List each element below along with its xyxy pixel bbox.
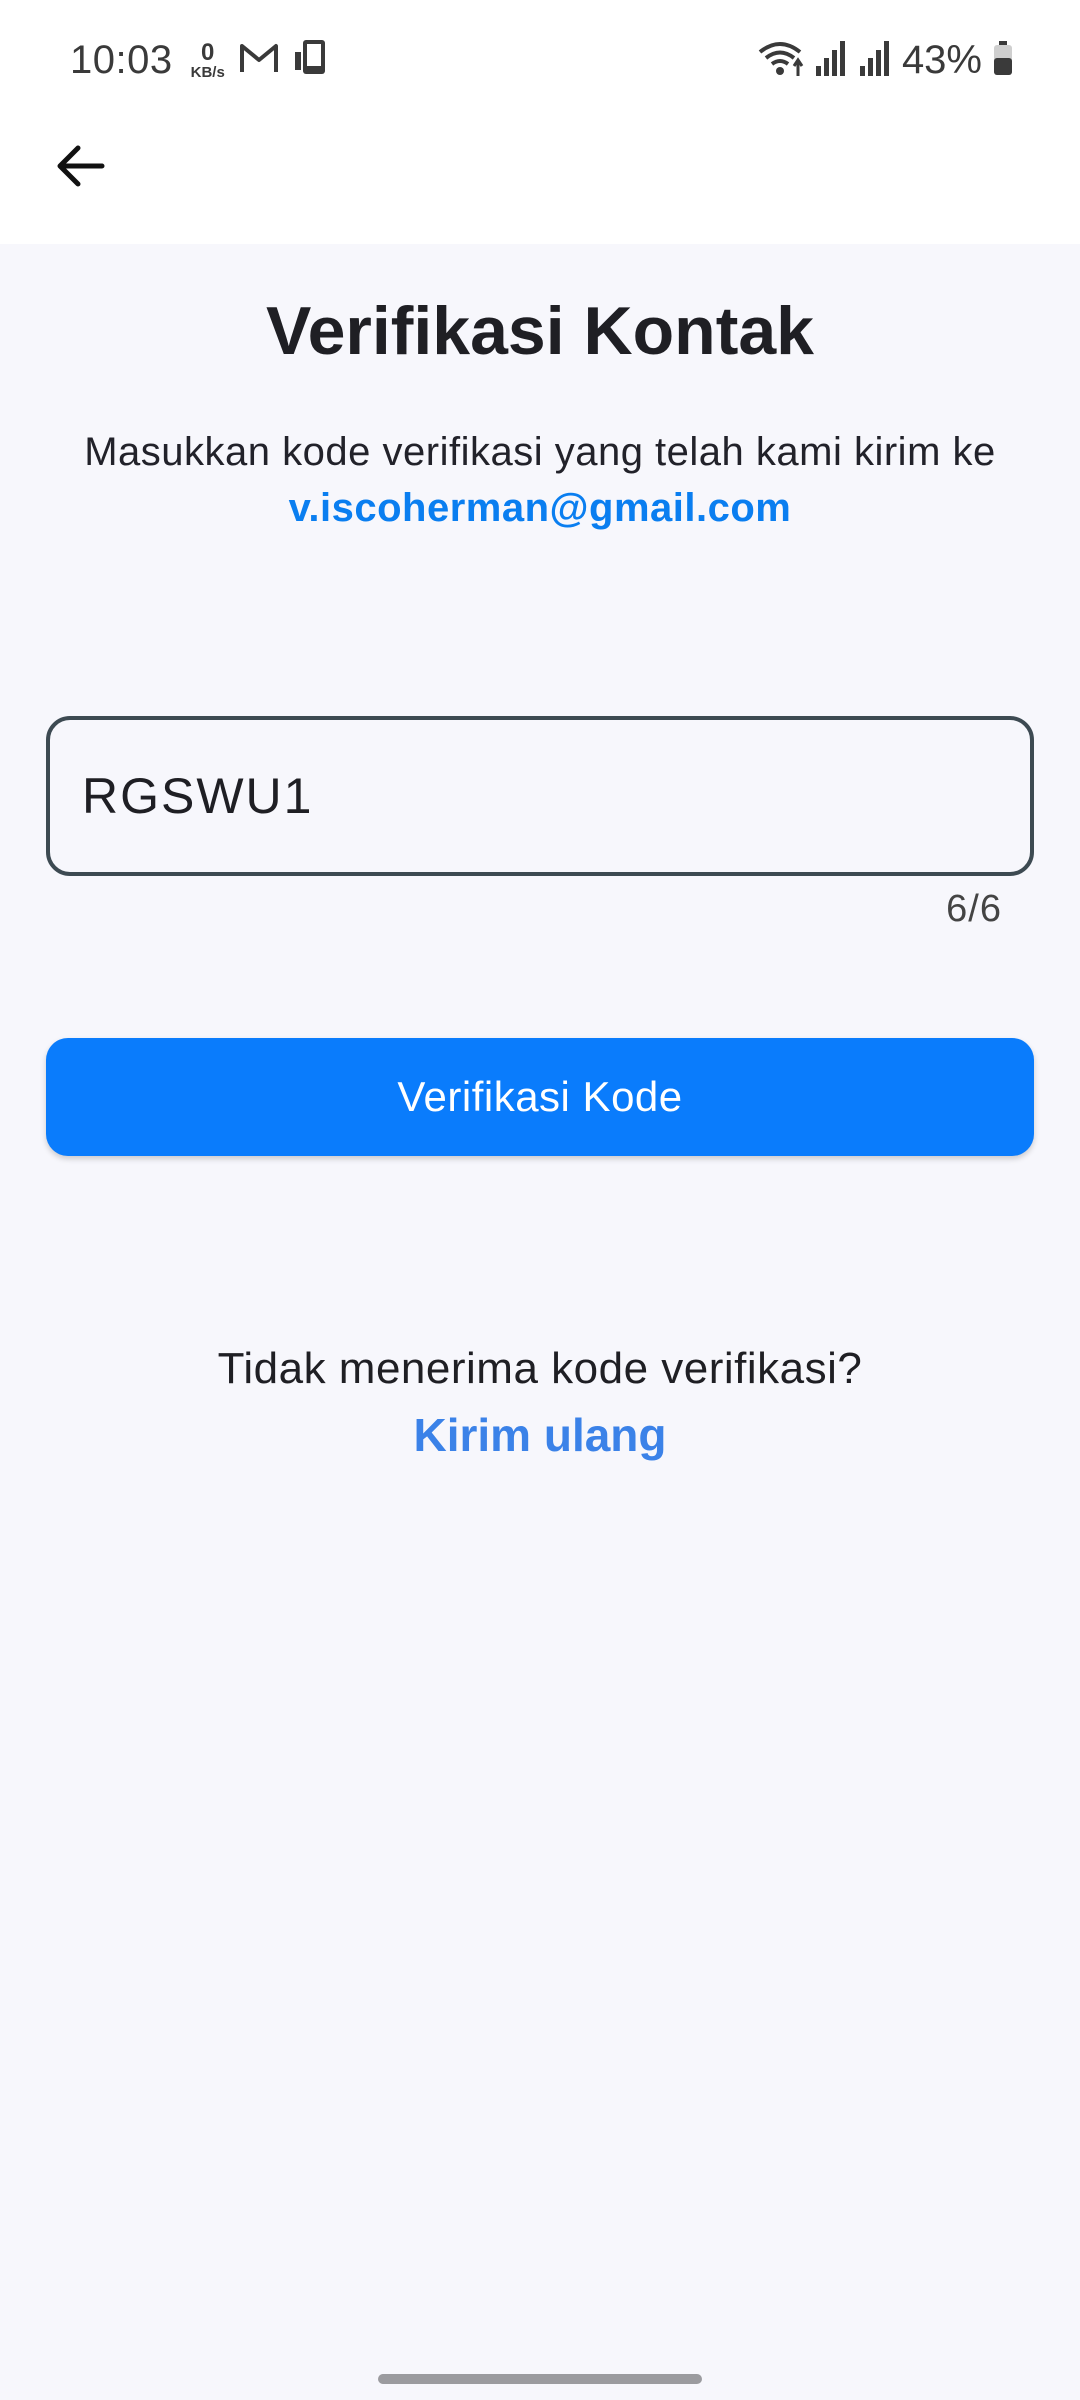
instruction-prefix: Masukkan kode verifikasi yang telah kami… [84,430,996,474]
signal-icon [814,38,848,83]
signal-icon-2 [858,38,892,83]
verification-code-input[interactable]: RGSWU1 [46,716,1034,876]
verification-code-value: RGSWU1 [82,768,314,824]
character-counter: 6/6 [946,888,1002,930]
back-button[interactable] [40,128,120,208]
main-content: Verifikasi Kontak Masukkan kode verifika… [0,244,1080,2400]
email-address: v.iscoherman@gmail.com [288,486,792,530]
app-bar [0,118,1080,244]
gmail-icon [239,42,279,79]
net-speed: 0 KB/s [190,38,225,81]
net-speed-value: 0 [201,38,215,66]
battery-icon [992,40,1014,81]
verify-code-button[interactable]: Verifikasi Kode [46,1038,1034,1156]
resend-link[interactable]: Kirim ulang [0,1408,1080,1462]
resend-question: Tidak menerima kode verifikasi? [217,1344,863,1393]
status-left: 10:03 0 KB/s [70,34,333,86]
wifi-icon [756,38,804,83]
device-icon [293,38,333,83]
status-bar: 10:03 0 KB/s 43% [0,0,1080,118]
arrow-left-icon [54,144,106,193]
net-speed-unit: KB/s [190,63,225,81]
battery-percent: 43% [901,37,982,82]
page-title: Verifikasi Kontak [265,293,815,369]
home-indicator[interactable] [378,2374,702,2384]
instruction-text: Masukkan kode verifikasi yang telah kami… [40,424,1040,536]
status-right: 43% [756,34,1014,86]
status-time: 10:03 [70,37,173,82]
